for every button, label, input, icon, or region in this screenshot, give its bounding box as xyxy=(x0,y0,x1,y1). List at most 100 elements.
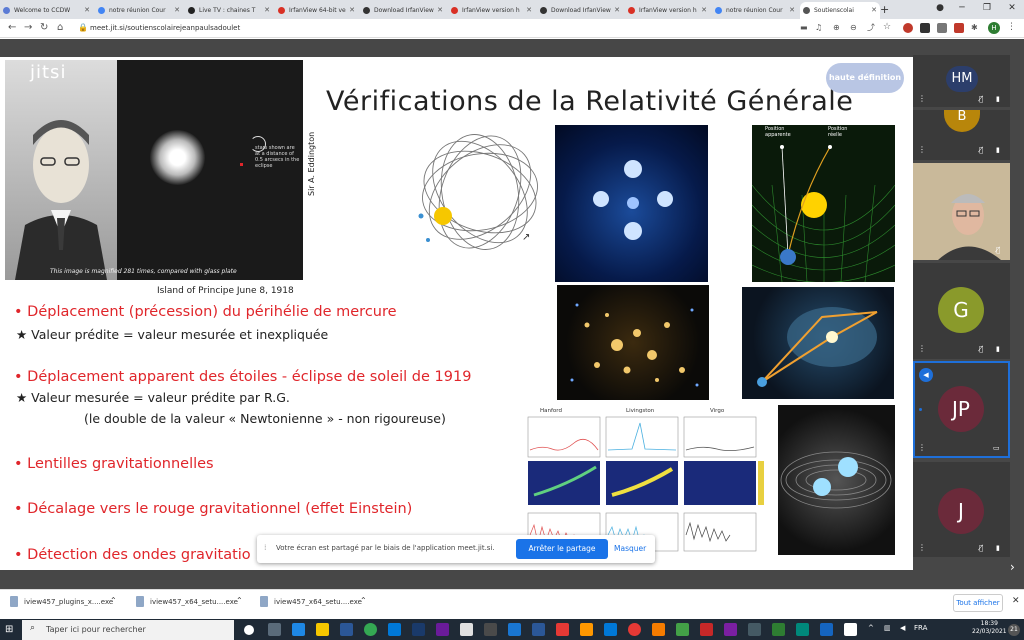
browser-tab[interactable]: IrfanView 64-bit ve ✕ xyxy=(275,2,358,19)
browser-tab[interactable]: Soutienscolai ✕ xyxy=(800,2,880,19)
filmstrip-toggle-icon[interactable]: › xyxy=(1010,560,1015,574)
edge-icon[interactable] xyxy=(292,623,305,636)
language-indicator[interactable]: FRA xyxy=(914,624,927,632)
taskbar-clock[interactable]: 18:39 22/03/2021 xyxy=(972,620,1007,636)
home-icon[interactable]: ⌂ xyxy=(57,21,63,34)
app-icon[interactable] xyxy=(388,623,401,636)
more-options-icon[interactable]: ⋮ xyxy=(918,344,926,353)
tab-close-icon[interactable]: ✕ xyxy=(701,2,707,19)
tab-close-icon[interactable]: ✕ xyxy=(526,2,532,19)
mic-icon[interactable]: ♫ xyxy=(815,21,822,34)
extension-icon[interactable] xyxy=(954,23,964,33)
profile-avatar[interactable]: H xyxy=(988,22,1000,34)
hd-badge[interactable]: haute définition xyxy=(826,63,904,93)
close-window-button[interactable]: ✕ xyxy=(1000,0,1024,17)
binary-merger-image xyxy=(778,405,895,555)
browser-tab[interactable]: IrfanView version h ✕ xyxy=(448,2,535,19)
hide-notice-button[interactable]: Masquer xyxy=(614,544,646,553)
show-all-downloads-button[interactable]: Tout afficher xyxy=(953,594,1003,612)
chevron-up-icon[interactable]: ⌃ xyxy=(360,596,367,605)
tray-expand-icon[interactable]: ^ xyxy=(868,624,874,632)
volume-icon[interactable]: ◀ xyxy=(900,624,905,632)
opera-icon[interactable] xyxy=(628,623,641,636)
download-item-3[interactable]: iview457_x64_setu....exe xyxy=(274,598,362,606)
word-icon[interactable] xyxy=(820,623,833,636)
url-field[interactable]: meet.jit.si/soutienscolairejeanpaulsadou… xyxy=(90,21,800,36)
app-icon[interactable] xyxy=(796,623,809,636)
app-icon[interactable] xyxy=(604,623,617,636)
chevron-up-icon[interactable]: ⌃ xyxy=(236,596,243,605)
camera-icon[interactable]: ▬ xyxy=(800,21,808,34)
app-icon[interactable] xyxy=(772,623,785,636)
file-icon xyxy=(136,596,144,607)
maximize-button[interactable]: ❐ xyxy=(975,0,999,17)
back-icon[interactable]: ← xyxy=(8,21,16,34)
app-icon[interactable] xyxy=(844,623,857,636)
minimize-button[interactable]: ─ xyxy=(950,0,974,17)
app-icon[interactable] xyxy=(484,623,497,636)
bookmark-star-icon[interactable]: ☆ xyxy=(883,21,891,34)
browser-tab[interactable]: Download IrfanView ✕ xyxy=(537,2,623,19)
network-icon[interactable]: ▥ xyxy=(884,624,891,632)
app-icon[interactable] xyxy=(508,623,521,636)
more-options-icon[interactable]: ⋮ xyxy=(918,145,926,154)
store-icon[interactable] xyxy=(340,623,353,636)
signal-icon: ▮ xyxy=(996,95,1000,103)
zoom-icon[interactable]: ⊖ xyxy=(850,21,857,34)
browser-tab[interactable]: notre réunion Cour ✕ xyxy=(712,2,798,19)
taskbar-search[interactable]: Taper ici pour rechercher xyxy=(22,620,234,640)
tab-close-icon[interactable]: ✕ xyxy=(84,2,90,19)
browser-tab[interactable]: Live TV : chaines T ✕ xyxy=(185,2,273,19)
extension-icon[interactable] xyxy=(937,23,947,33)
app-icon[interactable] xyxy=(412,623,425,636)
app-icon[interactable] xyxy=(556,623,569,636)
file-explorer-icon[interactable] xyxy=(316,623,329,636)
more-options-icon[interactable]: ⋮ xyxy=(918,94,926,103)
tab-close-icon[interactable]: ✕ xyxy=(174,2,180,19)
forward-icon[interactable]: → xyxy=(24,21,32,34)
app-icon[interactable] xyxy=(580,623,593,636)
tab-close-icon[interactable]: ✕ xyxy=(437,2,443,19)
browser-tab[interactable]: notre réunion Cour ✕ xyxy=(95,2,183,19)
task-view-icon[interactable] xyxy=(268,623,281,636)
close-downloads-icon[interactable]: ✕ xyxy=(1012,596,1020,606)
tab-close-icon[interactable]: ✕ xyxy=(871,2,877,19)
extensions-puzzle-icon[interactable]: ✱ xyxy=(971,21,978,34)
app-icon[interactable] xyxy=(532,623,545,636)
tab-close-icon[interactable]: ✕ xyxy=(789,2,795,19)
download-item-1[interactable]: iview457_plugins_x....exe xyxy=(24,598,113,606)
share-icon[interactable]: ⤴ xyxy=(867,21,875,34)
app-icon[interactable] xyxy=(676,623,689,636)
lock-icon[interactable]: 🔒 xyxy=(78,21,88,34)
tab-close-icon[interactable]: ✕ xyxy=(614,2,620,19)
chevron-up-icon[interactable]: ⌃ xyxy=(110,596,117,605)
new-tab-button[interactable]: + xyxy=(880,2,894,19)
browser-tab[interactable]: IrfanView version h ✕ xyxy=(625,2,710,19)
chrome-icon[interactable] xyxy=(364,623,377,636)
download-item-2[interactable]: iview457_x64_setu....exe xyxy=(150,598,238,606)
browser-tab[interactable]: Welcome to CCDW ✕ xyxy=(0,2,93,19)
menu-icon[interactable]: ⋮ xyxy=(1007,21,1016,34)
app-icon[interactable] xyxy=(700,623,713,636)
extension-icon[interactable] xyxy=(920,23,930,33)
windows-start-icon[interactable]: ⊞ xyxy=(5,624,16,635)
drag-handle-icon[interactable]: ⁞ xyxy=(264,543,267,552)
cortana-icon[interactable] xyxy=(244,625,254,635)
reload-icon[interactable]: ↻ xyxy=(40,21,48,34)
app-icon[interactable] xyxy=(748,623,761,636)
app-icon[interactable] xyxy=(460,623,473,636)
tab-close-icon[interactable]: ✕ xyxy=(264,2,270,19)
app-icon[interactable] xyxy=(436,623,449,636)
app-icon[interactable] xyxy=(724,623,737,636)
app-icon[interactable] xyxy=(652,623,665,636)
more-options-icon[interactable]: ⋮ xyxy=(918,543,926,552)
more-options-icon[interactable]: ⋮ xyxy=(918,443,926,452)
dropdown-icon[interactable]: ● xyxy=(928,0,952,17)
tab-close-icon[interactable]: ✕ xyxy=(349,2,355,19)
mic-off-icon: 🎙̸ xyxy=(979,95,984,103)
notification-icon[interactable]: 21 xyxy=(1008,624,1020,636)
browser-tab[interactable]: Download IrfanView ✕ xyxy=(360,2,446,19)
stop-sharing-button[interactable]: Arrêter le partage xyxy=(516,539,608,559)
translate-icon[interactable]: ⊕ xyxy=(833,21,840,34)
extension-abp-icon[interactable] xyxy=(903,23,913,33)
